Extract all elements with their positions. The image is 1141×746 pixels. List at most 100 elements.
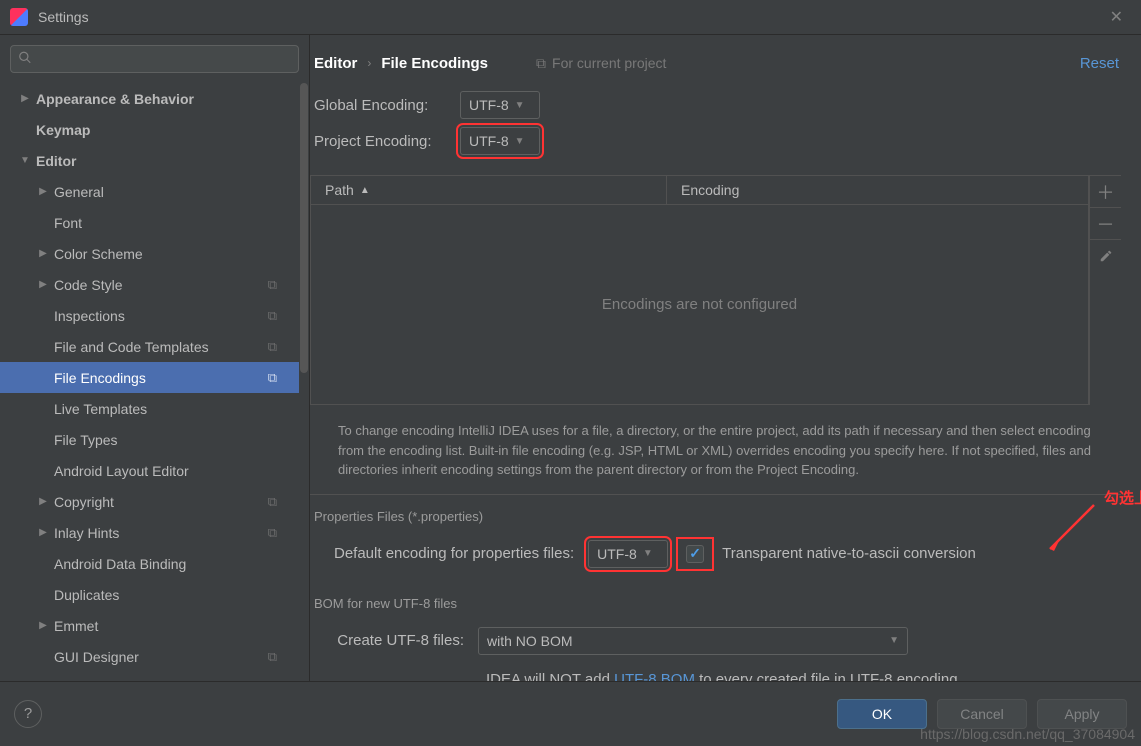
bom-section-title: BOM for new UTF-8 files bbox=[310, 574, 1121, 621]
sidebar-scroll-thumb[interactable] bbox=[300, 83, 308, 373]
sidebar-item-file-and-code-templates[interactable]: File and Code Templates ⧉ bbox=[0, 331, 309, 362]
sort-asc-icon: ▲ bbox=[360, 185, 370, 196]
chevron-right-icon[interactable]: ▶ bbox=[36, 248, 50, 259]
sidebar-item-live-templates[interactable]: Live Templates bbox=[0, 393, 309, 424]
column-path[interactable]: Path ▲ bbox=[311, 176, 667, 204]
project-scope-icon: ⧉ bbox=[268, 494, 277, 510]
add-button[interactable]: ＋ bbox=[1090, 176, 1121, 208]
app-icon bbox=[10, 8, 28, 26]
chevron-right-icon[interactable]: ▶ bbox=[36, 279, 50, 290]
sidebar-item-label: Live Templates bbox=[54, 401, 147, 417]
sidebar-item-label: Keymap bbox=[36, 122, 90, 138]
sidebar-item-file-types[interactable]: File Types bbox=[0, 424, 309, 455]
edit-button[interactable] bbox=[1090, 240, 1121, 272]
sidebar-item-emmet[interactable]: ▶ Emmet bbox=[0, 610, 309, 641]
project-scope-icon: ⧉ bbox=[268, 308, 277, 324]
sidebar-item-inlay-hints[interactable]: ▶Inlay Hints⧉ bbox=[0, 517, 309, 548]
sidebar-item-label: Inspections bbox=[54, 308, 125, 324]
settings-tree: ▶ Appearance & Behavior Keymap ▼ Editor ▶ Gene… bbox=[0, 83, 309, 672]
sidebar-item-label: Duplicates bbox=[54, 587, 119, 603]
sidebar-item-copyright[interactable]: ▶ Copyright ⧉ bbox=[0, 486, 309, 517]
project-encoding-label: Project Encoding: bbox=[314, 133, 460, 150]
sidebar-item-label: Copyright bbox=[54, 494, 114, 510]
global-encoding-label: Global Encoding: bbox=[314, 97, 460, 114]
sidebar-item-android-data-binding[interactable]: Android Data Binding bbox=[0, 548, 309, 579]
transparent-ascii-checkbox[interactable] bbox=[686, 545, 704, 563]
create-utf8-dropdown[interactable]: with NO BOM ▼ bbox=[478, 627, 908, 655]
sidebar-item-label: File Types bbox=[54, 432, 118, 448]
chevron-right-icon: › bbox=[367, 56, 371, 70]
column-encoding[interactable]: Encoding bbox=[667, 176, 1088, 204]
reset-link[interactable]: Reset bbox=[1080, 55, 1121, 72]
default-properties-encoding-label: Default encoding for properties files: bbox=[334, 545, 574, 562]
sidebar-item-label: File Encodings bbox=[54, 370, 146, 386]
current-project-badge: ⧉ For current project bbox=[536, 55, 666, 72]
settings-main: Editor › File Encodings ⧉ For current pr… bbox=[310, 35, 1141, 681]
project-encoding-dropdown[interactable]: UTF-8 ▼ bbox=[460, 127, 540, 155]
bom-note: IDEA will NOT add UTF-8 BOM to every cre… bbox=[310, 663, 1121, 682]
sidebar-item-file-encodings[interactable]: File Encodings⧉ bbox=[0, 362, 309, 393]
sidebar-item-label: General bbox=[54, 184, 104, 200]
table-empty-text: Encodings are not configured bbox=[311, 205, 1088, 404]
chevron-down-icon: ▼ bbox=[889, 635, 899, 646]
sidebar-item-font[interactable]: Font bbox=[0, 207, 309, 238]
chevron-right-icon[interactable]: ▶ bbox=[36, 496, 50, 507]
cancel-button[interactable]: Cancel bbox=[937, 699, 1027, 729]
sidebar-item-color-scheme[interactable]: ▶ Color Scheme bbox=[0, 238, 309, 269]
project-scope-icon: ⧉ bbox=[268, 277, 277, 293]
sidebar-item-label: Color Scheme bbox=[54, 246, 143, 262]
sidebar-item-appearance-behavior[interactable]: ▶ Appearance & Behavior bbox=[0, 83, 309, 114]
sidebar-item-label: Appearance & Behavior bbox=[36, 91, 194, 107]
remove-button[interactable]: － bbox=[1090, 208, 1121, 240]
chevron-down-icon: ▼ bbox=[515, 136, 525, 147]
table-side-toolbar: ＋ － bbox=[1089, 175, 1121, 405]
sidebar-item-label: Editor bbox=[36, 153, 76, 169]
close-icon[interactable]: ✕ bbox=[1102, 3, 1131, 31]
apply-button[interactable]: Apply bbox=[1037, 699, 1127, 729]
encoding-table-header: Path ▲ Encoding bbox=[310, 175, 1089, 205]
chevron-right-icon[interactable]: ▶ bbox=[18, 93, 32, 104]
sidebar-item-gui-designer[interactable]: GUI Designer⧉ bbox=[0, 641, 309, 672]
dialog-body: ▶ Appearance & Behavior Keymap ▼ Editor ▶ Gene… bbox=[0, 35, 1141, 681]
sidebar-item-android-layout-editor[interactable]: Android Layout Editor bbox=[0, 455, 309, 486]
sidebar-item-label: File and Code Templates bbox=[54, 339, 209, 355]
window-title: Settings bbox=[38, 9, 89, 25]
breadcrumb-leaf: File Encodings bbox=[381, 55, 488, 72]
chevron-right-icon[interactable]: ▶ bbox=[36, 527, 50, 538]
sidebar-item-label: GUI Designer bbox=[54, 649, 139, 665]
properties-section-title: Properties Files (*.properties) bbox=[310, 495, 1121, 534]
settings-search-input[interactable] bbox=[10, 45, 299, 73]
encoding-table-body: Encodings are not configured bbox=[310, 205, 1089, 405]
encoding-description: To change encoding IntelliJ IDEA uses fo… bbox=[310, 405, 1121, 495]
sidebar-item-editor[interactable]: ▼ Editor bbox=[0, 145, 309, 176]
chevron-down-icon[interactable]: ▼ bbox=[18, 155, 32, 166]
chevron-right-icon[interactable]: ▶ bbox=[36, 186, 50, 197]
settings-sidebar: ▶ Appearance & Behavior Keymap ▼ Editor ▶ Gene… bbox=[0, 35, 310, 681]
transparent-ascii-label: Transparent native-to-ascii conversion bbox=[722, 545, 976, 562]
chevron-down-icon: ▼ bbox=[515, 100, 525, 111]
watermark-text: https://blog.csdn.net/qq_37084904 bbox=[920, 726, 1135, 742]
properties-encoding-dropdown[interactable]: UTF-8 ▼ bbox=[588, 540, 668, 568]
sidebar-item-label: Font bbox=[54, 215, 82, 231]
sidebar-item-label: Emmet bbox=[54, 618, 98, 634]
help-button[interactable]: ? bbox=[14, 700, 42, 728]
sidebar-item-inspections[interactable]: Inspections ⧉ bbox=[0, 300, 309, 331]
create-utf8-label: Create UTF-8 files: bbox=[334, 632, 464, 649]
ok-button[interactable]: OK bbox=[837, 699, 927, 729]
breadcrumb: Editor › File Encodings ⧉ For current pr… bbox=[310, 35, 1121, 91]
project-scope-icon: ⧉ bbox=[268, 339, 277, 355]
sidebar-item-label: Android Data Binding bbox=[54, 556, 186, 572]
sidebar-item-general[interactable]: ▶ General bbox=[0, 176, 309, 207]
sidebar-item-keymap[interactable]: Keymap bbox=[0, 114, 309, 145]
utf8-bom-link[interactable]: UTF-8 BOM bbox=[614, 671, 695, 682]
copy-icon: ⧉ bbox=[536, 55, 546, 72]
breadcrumb-root[interactable]: Editor bbox=[314, 55, 357, 72]
chevron-right-icon[interactable]: ▶ bbox=[36, 620, 50, 631]
sidebar-item-duplicates[interactable]: Duplicates bbox=[0, 579, 309, 610]
sidebar-scrollbar[interactable] bbox=[299, 35, 309, 681]
chevron-down-icon: ▼ bbox=[643, 548, 653, 559]
sidebar-item-label: Android Layout Editor bbox=[54, 463, 189, 479]
sidebar-item-label: Code Style bbox=[54, 277, 122, 293]
global-encoding-dropdown[interactable]: UTF-8 ▼ bbox=[460, 91, 540, 119]
sidebar-item-code-style[interactable]: ▶ Code Style ⧉ bbox=[0, 269, 309, 300]
